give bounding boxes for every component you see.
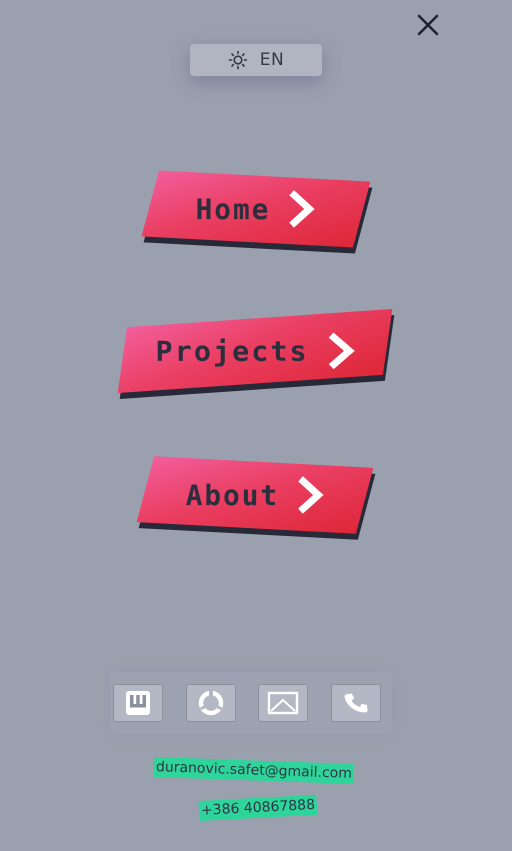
chevron-right-icon: [289, 190, 316, 228]
home-button[interactable]: Home: [141, 170, 373, 254]
language-label[interactable]: EN: [260, 50, 284, 70]
contact-email-link[interactable]: duranovic.safet@gmail.com: [153, 757, 355, 784]
circular-logo-link[interactable]: [186, 684, 236, 722]
itch-io-link[interactable]: [113, 684, 163, 722]
projects-button-label: Projects: [155, 334, 309, 368]
circular-logo-icon: [198, 690, 224, 716]
about-button-label: About: [185, 478, 279, 512]
button-face[interactable]: About: [136, 456, 374, 534]
social-links-bar: [110, 672, 392, 734]
phone-link[interactable]: [331, 684, 381, 722]
button-face[interactable]: Home: [141, 170, 371, 248]
sun-icon[interactable]: [228, 50, 248, 70]
home-button-label: Home: [195, 192, 271, 226]
image-link[interactable]: [258, 684, 308, 722]
chevron-right-icon: [328, 332, 355, 370]
theme-language-toggle[interactable]: EN: [190, 44, 322, 76]
itch-io-icon: [126, 691, 150, 715]
close-button[interactable]: [412, 10, 444, 42]
projects-button[interactable]: Projects: [117, 308, 396, 400]
close-icon: [417, 14, 439, 36]
phone-icon: [344, 693, 368, 713]
about-button[interactable]: About: [136, 456, 376, 542]
contact-phone-link[interactable]: +386 40867888: [198, 794, 318, 821]
chevron-right-icon: [298, 476, 324, 514]
image-icon: [267, 691, 299, 715]
